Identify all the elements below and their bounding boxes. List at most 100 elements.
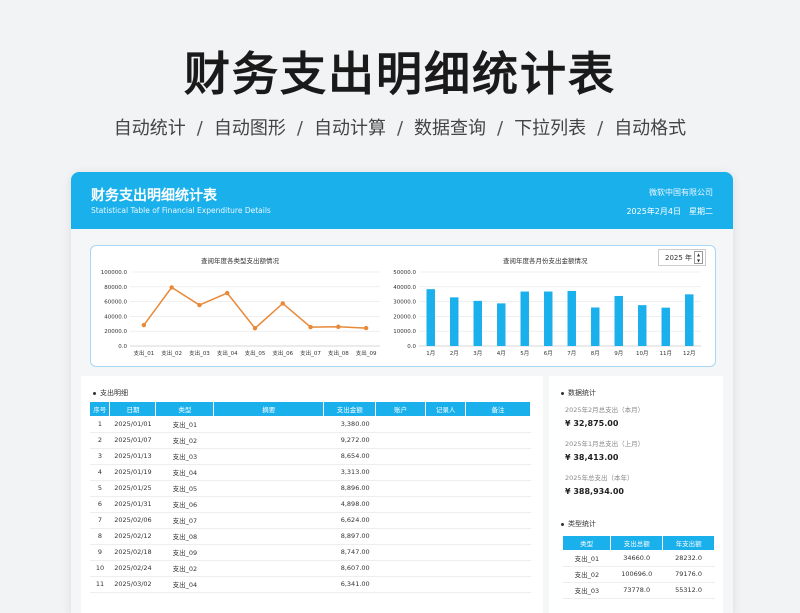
detail-cell[interactable] — [375, 480, 426, 497]
detail-cell[interactable] — [375, 416, 426, 433]
detail-cell[interactable] — [465, 432, 531, 449]
detail-cell[interactable]: 支出_04 — [155, 464, 214, 481]
detail-cell[interactable] — [213, 432, 324, 449]
type-cell[interactable]: 支出_01 — [563, 550, 611, 567]
detail-cell[interactable]: 1 — [90, 416, 110, 433]
detail-cell[interactable]: 2025/01/13 — [109, 448, 156, 465]
detail-cell[interactable] — [375, 448, 426, 465]
detail-cell[interactable] — [425, 464, 466, 481]
detail-cell[interactable] — [375, 528, 426, 545]
detail-cell[interactable]: 9 — [90, 544, 110, 561]
type-row[interactable]: 支出_02 100696.0 79176.0 — [563, 566, 715, 583]
detail-cell[interactable]: 2025/02/24 — [109, 560, 156, 577]
detail-cell[interactable]: 2025/03/02 — [109, 576, 156, 593]
detail-cell[interactable] — [425, 448, 466, 465]
detail-cell[interactable] — [425, 512, 466, 529]
detail-cell[interactable]: 8,654.00 — [323, 448, 376, 465]
detail-cell[interactable] — [425, 480, 466, 497]
detail-row[interactable]: 10 2025/02/24 支出_02 8,607.00 — [90, 560, 531, 577]
type-cell[interactable]: 73778.0 — [610, 582, 663, 599]
detail-cell[interactable]: 支出_04 — [155, 576, 214, 593]
detail-cell[interactable]: 支出_09 — [155, 544, 214, 561]
detail-cell[interactable] — [465, 544, 531, 561]
detail-cell[interactable]: 2025/01/01 — [109, 416, 156, 433]
detail-cell[interactable] — [375, 496, 426, 513]
detail-cell[interactable]: 9,272.00 — [323, 432, 376, 449]
detail-cell[interactable]: 7 — [90, 512, 110, 529]
detail-cell[interactable] — [425, 496, 466, 513]
detail-cell[interactable] — [375, 512, 426, 529]
detail-cell[interactable]: 6,624.00 — [323, 512, 376, 529]
detail-cell[interactable]: 8,747.00 — [323, 544, 376, 561]
detail-cell[interactable] — [213, 464, 324, 481]
detail-cell[interactable] — [425, 416, 466, 433]
detail-cell[interactable] — [213, 528, 324, 545]
type-row[interactable]: 支出_03 73778.0 55312.0 — [563, 582, 715, 599]
detail-cell[interactable] — [213, 448, 324, 465]
detail-cell[interactable]: 2025/02/06 — [109, 512, 156, 529]
detail-cell[interactable] — [425, 528, 466, 545]
detail-cell[interactable]: 8,607.00 — [323, 560, 376, 577]
detail-cell[interactable]: 3,380.00 — [323, 416, 376, 433]
detail-cell[interactable]: 6,341.00 — [323, 576, 376, 593]
detail-cell[interactable] — [465, 448, 531, 465]
detail-cell[interactable]: 8,896.00 — [323, 480, 376, 497]
detail-row[interactable]: 4 2025/01/19 支出_04 3,313.00 — [90, 464, 531, 481]
detail-row[interactable]: 1 2025/01/01 支出_01 3,380.00 — [90, 416, 531, 433]
detail-cell[interactable] — [465, 480, 531, 497]
detail-cell[interactable]: 4,898.00 — [323, 496, 376, 513]
detail-cell[interactable]: 支出_05 — [155, 480, 214, 497]
detail-row[interactable]: 9 2025/02/18 支出_09 8,747.00 — [90, 544, 531, 561]
detail-cell[interactable]: 支出_01 — [155, 416, 214, 433]
detail-cell[interactable]: 2025/01/31 — [109, 496, 156, 513]
type-cell[interactable]: 100696.0 — [610, 566, 663, 583]
detail-cell[interactable] — [375, 464, 426, 481]
detail-row[interactable]: 6 2025/01/31 支出_06 4,898.00 — [90, 496, 531, 513]
detail-cell[interactable] — [375, 560, 426, 577]
type-cell[interactable]: 支出_03 — [563, 582, 611, 599]
detail-cell[interactable] — [213, 496, 324, 513]
detail-cell[interactable]: 支出_06 — [155, 496, 214, 513]
type-cell[interactable]: 28232.0 — [662, 550, 715, 567]
detail-cell[interactable] — [425, 560, 466, 577]
detail-cell[interactable] — [425, 544, 466, 561]
detail-cell[interactable]: 11 — [90, 576, 110, 593]
detail-row[interactable]: 8 2025/02/12 支出_08 8,897.00 — [90, 528, 531, 545]
detail-cell[interactable] — [465, 560, 531, 577]
detail-cell[interactable]: 支出_08 — [155, 528, 214, 545]
detail-row[interactable]: 3 2025/01/13 支出_03 8,654.00 — [90, 448, 531, 465]
detail-cell[interactable] — [213, 576, 324, 593]
detail-cell[interactable]: 2025/02/12 — [109, 528, 156, 545]
type-row[interactable]: 支出_01 34660.0 28232.0 — [563, 550, 715, 567]
detail-cell[interactable]: 支出_02 — [155, 560, 214, 577]
detail-cell[interactable] — [375, 576, 426, 593]
detail-cell[interactable] — [425, 576, 466, 593]
detail-cell[interactable] — [213, 512, 324, 529]
detail-cell[interactable]: 2025/01/19 — [109, 464, 156, 481]
detail-cell[interactable]: 8,897.00 — [323, 528, 376, 545]
detail-cell[interactable] — [425, 432, 466, 449]
detail-row[interactable]: 2 2025/01/07 支出_02 9,272.00 — [90, 432, 531, 449]
detail-cell[interactable]: 支出_07 — [155, 512, 214, 529]
detail-cell[interactable] — [465, 496, 531, 513]
type-cell[interactable]: 79176.0 — [662, 566, 715, 583]
type-cell[interactable]: 支出_02 — [563, 566, 611, 583]
detail-cell[interactable] — [375, 544, 426, 561]
detail-cell[interactable] — [465, 528, 531, 545]
detail-cell[interactable] — [213, 480, 324, 497]
detail-row[interactable]: 7 2025/02/06 支出_07 6,624.00 — [90, 512, 531, 529]
detail-cell[interactable]: 3,313.00 — [323, 464, 376, 481]
detail-row[interactable]: 11 2025/03/02 支出_04 6,341.00 — [90, 576, 531, 593]
detail-cell[interactable]: 支出_02 — [155, 432, 214, 449]
detail-cell[interactable]: 3 — [90, 448, 110, 465]
type-cell[interactable]: 34660.0 — [610, 550, 663, 567]
detail-row[interactable]: 5 2025/01/25 支出_05 8,896.00 — [90, 480, 531, 497]
detail-cell[interactable]: 8 — [90, 528, 110, 545]
detail-cell[interactable] — [213, 560, 324, 577]
detail-cell[interactable] — [375, 432, 426, 449]
detail-cell[interactable]: 4 — [90, 464, 110, 481]
detail-cell[interactable] — [465, 416, 531, 433]
detail-cell[interactable]: 2025/02/18 — [109, 544, 156, 561]
detail-cell[interactable] — [213, 544, 324, 561]
detail-cell[interactable]: 2025/01/07 — [109, 432, 156, 449]
